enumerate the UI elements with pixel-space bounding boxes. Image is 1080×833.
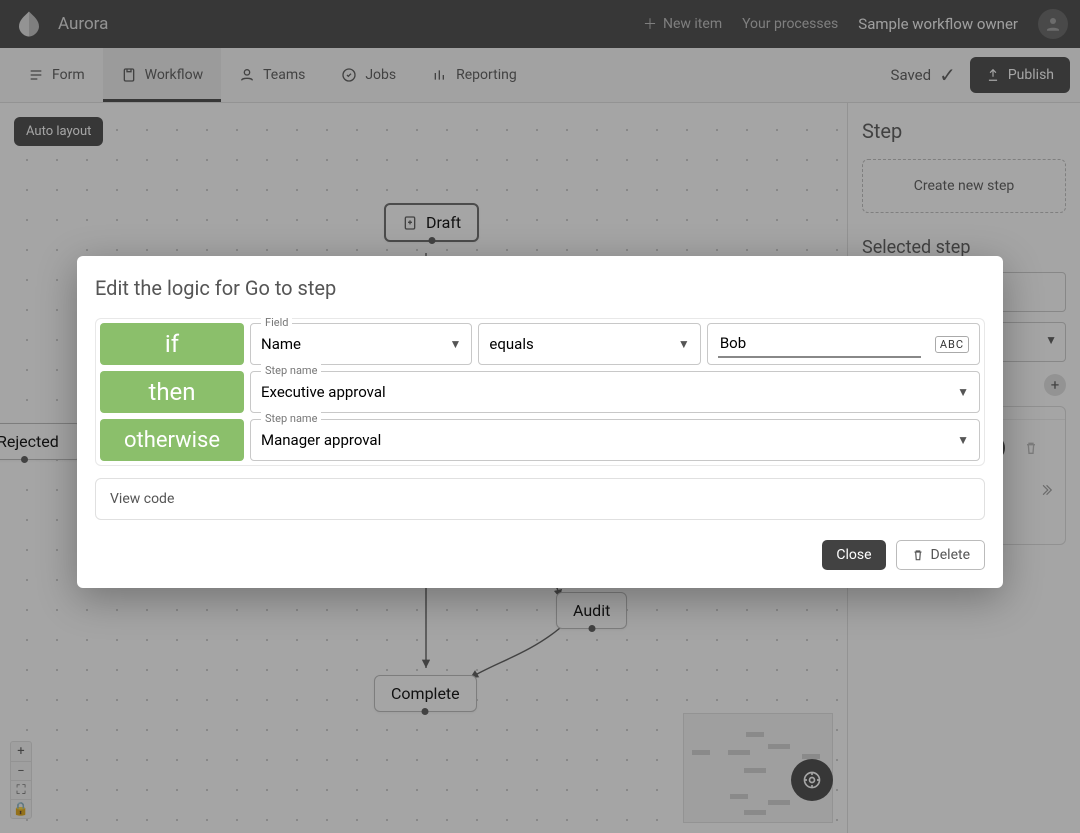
- value-input[interactable]: [718, 330, 921, 358]
- keyword-otherwise: otherwise: [100, 419, 244, 461]
- field-select-label: Field: [261, 316, 292, 329]
- then-step-select[interactable]: Step name Executive approval ▼: [250, 371, 980, 413]
- edit-logic-dialog: Edit the logic for Go to step if Field N…: [77, 256, 1003, 588]
- otherwise-step-label: Step name: [261, 412, 321, 425]
- delete-button[interactable]: Delete: [896, 540, 985, 570]
- condition-select[interactable]: equals ▼: [478, 323, 700, 365]
- close-button[interactable]: Close: [822, 540, 885, 570]
- trash-icon: [911, 548, 925, 562]
- field-select-value: Name: [261, 335, 301, 353]
- field-select[interactable]: Field Name ▼: [250, 323, 472, 365]
- chevron-down-icon: ▼: [957, 433, 969, 447]
- logic-block: if Field Name ▼ equals ▼ ABC then: [95, 318, 985, 466]
- chevron-down-icon: ▼: [678, 337, 690, 351]
- otherwise-step-select[interactable]: Step name Manager approval ▼: [250, 419, 980, 461]
- chevron-down-icon: ▼: [957, 385, 969, 399]
- keyword-then: then: [100, 371, 244, 413]
- view-code-toggle[interactable]: View code: [95, 478, 985, 520]
- delete-label: Delete: [931, 547, 970, 563]
- chevron-down-icon: ▼: [450, 337, 462, 351]
- condition-value: equals: [489, 335, 533, 353]
- then-step-value: Executive approval: [261, 383, 386, 401]
- modal-overlay[interactable]: Edit the logic for Go to step if Field N…: [0, 0, 1080, 833]
- otherwise-step-value: Manager approval: [261, 431, 381, 449]
- keyword-if: if: [100, 323, 244, 365]
- value-field: ABC: [707, 323, 980, 365]
- abc-badge[interactable]: ABC: [935, 336, 969, 353]
- dialog-title: Edit the logic for Go to step: [95, 276, 985, 300]
- then-step-label: Step name: [261, 364, 321, 377]
